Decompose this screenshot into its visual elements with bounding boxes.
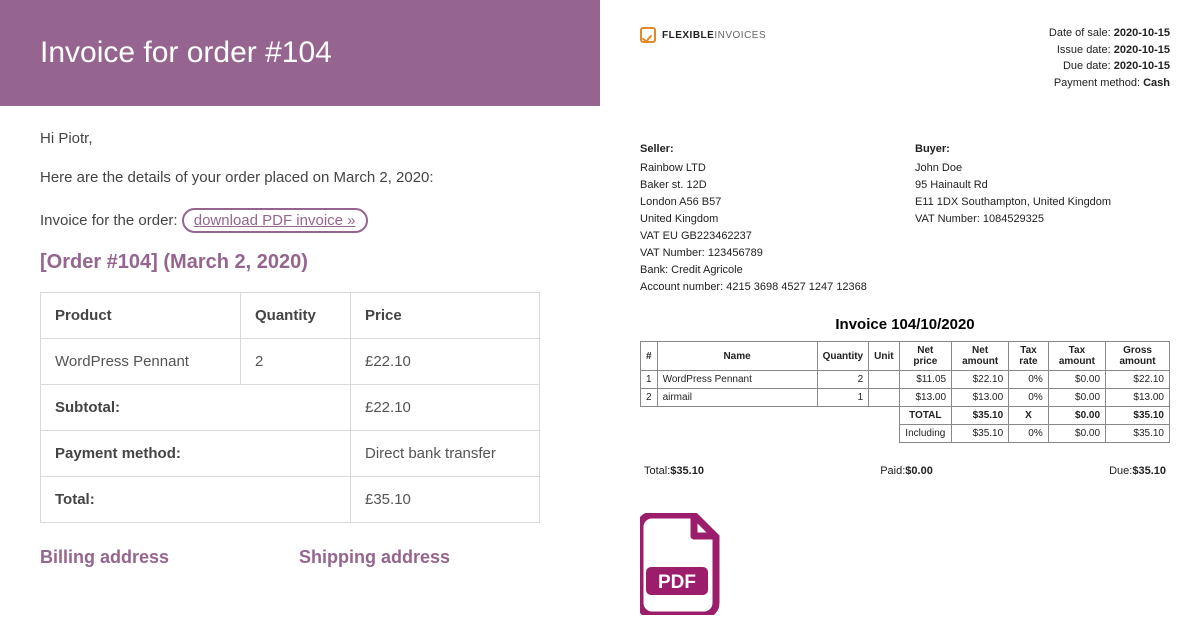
subtotal-value: £22.10 bbox=[351, 385, 540, 431]
email-panel: Invoice for order #104 Hi Piotr, Here ar… bbox=[0, 0, 600, 600]
table-row: Subtotal: £22.10 bbox=[41, 385, 540, 431]
col-price: Price bbox=[351, 293, 540, 339]
order-heading[interactable]: [Order #104] (March 2, 2020) bbox=[40, 251, 560, 274]
download-prefix: Invoice for the order: bbox=[40, 212, 182, 229]
table-row: 2 airmail 1 $13.00 $13.00 0% $0.00 $13.0… bbox=[641, 389, 1170, 407]
email-header: Invoice for order #104 bbox=[0, 0, 600, 106]
invoice-logo: FLEXIBLEINVOICES bbox=[640, 27, 766, 43]
invoice-summary: Total:$35.10 Paid:$0.00 Due:$35.10 bbox=[640, 465, 1170, 477]
table-row-total: TOTAL $35.10 X $0.00 $35.10 bbox=[641, 407, 1170, 425]
download-line: Invoice for the order: download PDF invo… bbox=[40, 208, 560, 233]
cell-price: £22.10 bbox=[351, 339, 540, 385]
logo-text-1: FLEXIBLE bbox=[662, 30, 714, 41]
table-row: 1 WordPress Pennant 2 $11.05 $22.10 0% $… bbox=[641, 371, 1170, 389]
pdf-icon: PDF bbox=[640, 513, 1170, 618]
invoice-title: Invoice 104/10/2020 bbox=[640, 316, 1170, 333]
logo-text-2: INVOICES bbox=[714, 30, 766, 41]
cell-qty: 2 bbox=[241, 339, 351, 385]
total-value: £35.10 bbox=[351, 477, 540, 523]
download-pdf-link[interactable]: download PDF invoice » bbox=[182, 208, 368, 233]
table-row: Total: £35.10 bbox=[41, 477, 540, 523]
cell-product: WordPress Pennant bbox=[41, 339, 241, 385]
invoice-meta: Date of sale: 2020-10-15 Issue date: 202… bbox=[1049, 25, 1170, 91]
subtotal-label: Subtotal: bbox=[41, 385, 351, 431]
seller-block: Seller: Rainbow LTD Baker st. 12D London… bbox=[640, 141, 895, 296]
payment-label: Payment method: bbox=[41, 431, 351, 477]
email-intro: Here are the details of your order place… bbox=[40, 169, 560, 186]
email-greeting: Hi Piotr, bbox=[40, 130, 560, 147]
billing-address-heading: Billing address bbox=[40, 547, 169, 568]
col-quantity: Quantity bbox=[241, 293, 351, 339]
col-product: Product bbox=[41, 293, 241, 339]
invoice-panel: FLEXIBLEINVOICES Date of sale: 2020-10-1… bbox=[600, 0, 1200, 600]
check-icon bbox=[640, 27, 656, 43]
total-label: Total: bbox=[41, 477, 351, 523]
shipping-address-heading: Shipping address bbox=[299, 547, 450, 568]
table-row-including: Including $35.10 0% $0.00 $35.10 bbox=[641, 425, 1170, 443]
table-row: WordPress Pennant 2 £22.10 bbox=[41, 339, 540, 385]
buyer-block: Buyer: John Doe 95 Hainault Rd E11 1DX S… bbox=[915, 141, 1170, 296]
payment-value: Direct bank transfer bbox=[351, 431, 540, 477]
invoice-table: # Name Quantity Unit Net price Net amoun… bbox=[640, 341, 1170, 443]
svg-text:PDF: PDF bbox=[658, 572, 696, 593]
order-table: Product Quantity Price WordPress Pennant… bbox=[40, 292, 540, 523]
table-row: Payment method: Direct bank transfer bbox=[41, 431, 540, 477]
